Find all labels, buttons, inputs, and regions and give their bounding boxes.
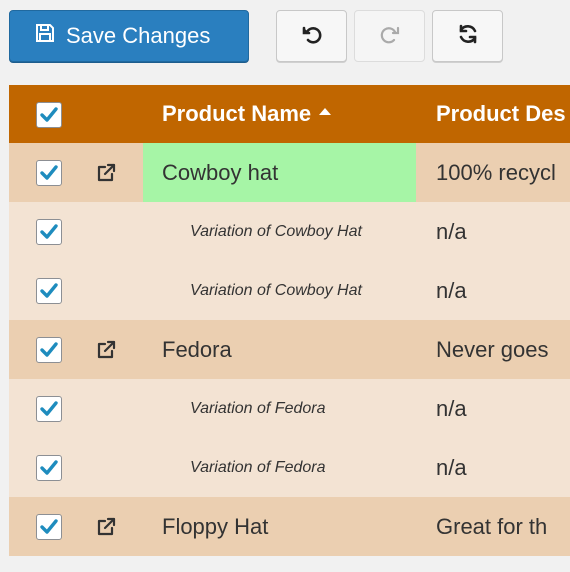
product-description-header-label: Product Des [436, 101, 566, 126]
product-name-cell[interactable]: Variation of Cowboy Hat [190, 202, 362, 261]
refresh-icon [457, 23, 479, 50]
redo-icon [379, 23, 401, 50]
undo-button[interactable] [276, 10, 347, 62]
save-changes-button[interactable]: Save Changes [9, 10, 249, 62]
product-name-header[interactable]: Product Name [162, 85, 332, 143]
row-checkbox[interactable] [36, 337, 62, 363]
refresh-button[interactable] [432, 10, 503, 62]
table-row: Cowboy hat 100% recycl [9, 143, 570, 202]
table-row: Floppy Hat Great for th [9, 497, 570, 556]
product-description-cell[interactable]: n/a [436, 438, 467, 497]
external-link-icon[interactable] [94, 515, 118, 539]
external-link-icon[interactable] [94, 338, 118, 362]
product-description-cell[interactable]: n/a [436, 202, 467, 261]
row-checkbox[interactable] [36, 219, 62, 245]
external-link-icon[interactable] [94, 161, 118, 185]
row-checkbox[interactable] [36, 160, 62, 186]
table-header-row: Product Name Product Des [9, 85, 570, 143]
select-all-checkbox[interactable] [36, 102, 62, 128]
product-name-cell[interactable]: Variation of Cowboy Hat [190, 261, 362, 320]
row-checkbox[interactable] [36, 396, 62, 422]
product-description-cell[interactable]: 100% recycl [436, 143, 556, 202]
row-checkbox[interactable] [36, 455, 62, 481]
product-description-cell[interactable]: n/a [436, 379, 467, 438]
product-name-cell[interactable]: Variation of Fedora [190, 379, 325, 438]
save-changes-label: Save Changes [66, 23, 211, 48]
redo-button[interactable] [354, 10, 425, 62]
product-name-cell[interactable]: Fedora [162, 320, 232, 379]
row-checkbox[interactable] [36, 278, 62, 304]
product-description-cell[interactable]: n/a [436, 261, 467, 320]
table-row: Variation of Cowboy Hat n/a [9, 202, 570, 261]
product-name-cell[interactable]: Cowboy hat [143, 143, 416, 202]
product-description-header[interactable]: Product Des [436, 85, 566, 143]
table-row: Variation of Fedora n/a [9, 438, 570, 497]
row-checkbox[interactable] [36, 514, 62, 540]
product-description-cell[interactable]: Never goes [436, 320, 549, 379]
product-name-cell[interactable]: Floppy Hat [162, 497, 268, 556]
table-row: Variation of Cowboy Hat n/a [9, 261, 570, 320]
sort-ascending-icon [319, 107, 332, 115]
product-name-cell[interactable]: Variation of Fedora [190, 438, 325, 497]
save-icon [34, 22, 56, 50]
toolbar: Save Changes [0, 0, 570, 70]
products-table: Product Name Product Des Cowboy hat 100%… [9, 85, 570, 557]
product-name-header-label: Product Name [162, 101, 312, 126]
product-description-cell[interactable]: Great for th [436, 497, 547, 556]
table-row: Variation of Fedora n/a [9, 379, 570, 438]
undo-icon [301, 23, 323, 50]
table-row: Fedora Never goes [9, 320, 570, 379]
